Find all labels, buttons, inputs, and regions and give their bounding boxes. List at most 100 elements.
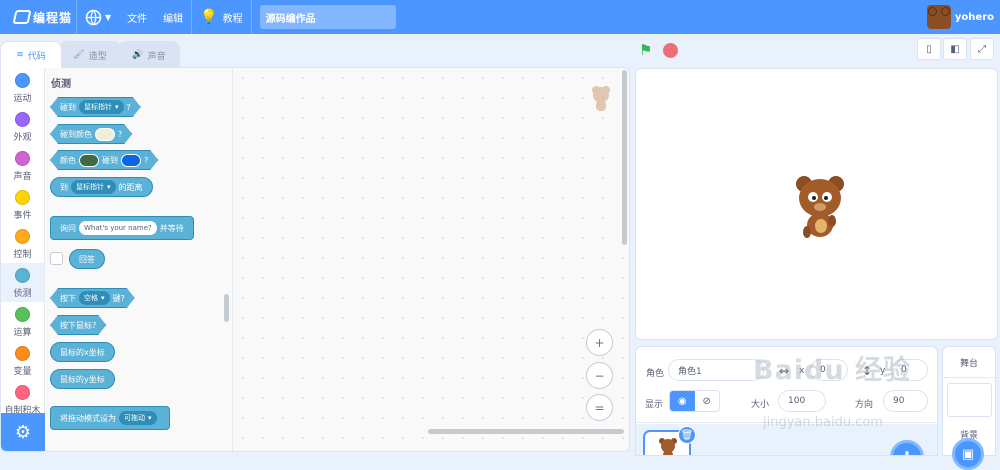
- key-pressed-block[interactable]: 按下 空格 ▾ 键?: [50, 288, 135, 308]
- category-control[interactable]: 控制: [1, 224, 44, 263]
- mouse-down-block[interactable]: 按下鼠标?: [50, 315, 106, 335]
- stage[interactable]: [635, 68, 998, 340]
- touching-color-block[interactable]: 碰到颜色?: [50, 124, 132, 144]
- dropdown-arrow-icon: ▾: [148, 414, 152, 422]
- tab-sounds[interactable]: 🔊 声音: [118, 41, 180, 68]
- x-arrow-icon: ↔: [779, 364, 790, 378]
- project-title-input[interactable]: 源码编作品: [259, 5, 396, 29]
- answer-block[interactable]: 回答: [69, 249, 105, 269]
- workspace-horizontal-scrollbar[interactable]: [428, 429, 624, 434]
- sprite-thumbnail-image: [659, 438, 677, 455]
- editor-tabs: ≋ 代码 🖌 造型 🔊 声音: [0, 41, 180, 68]
- category-events-label: 事件: [13, 211, 32, 221]
- show-label: 显示: [645, 400, 664, 410]
- green-flag-icon[interactable]: ⚑: [639, 42, 655, 58]
- tutorial-button[interactable]: 💡 教程: [192, 0, 250, 34]
- speaker-icon: 🔊: [132, 50, 144, 60]
- delete-sprite-button[interactable]: 🗑: [678, 426, 696, 444]
- key-dropdown[interactable]: 空格 ▾: [79, 291, 110, 305]
- user-menu[interactable]: yohero: [926, 5, 994, 29]
- direction-input[interactable]: 90: [883, 390, 928, 412]
- sprite-name-input[interactable]: 角色1: [668, 359, 764, 381]
- menu-divider: [250, 0, 252, 34]
- x-label: x: [799, 366, 805, 376]
- category-motion[interactable]: 运动: [1, 68, 44, 107]
- fullscreen-button[interactable]: ⤢: [970, 38, 994, 60]
- category-events[interactable]: 事件: [1, 185, 44, 224]
- stage-target-pane[interactable]: 舞台 背景 ▣: [942, 346, 996, 470]
- image-plus-icon: ▣: [961, 446, 975, 462]
- color-touching-block[interactable]: 颜色 碰到?: [50, 150, 158, 170]
- category-variables[interactable]: 变量: [1, 341, 44, 380]
- color-swatch[interactable]: [121, 154, 141, 167]
- zoom-reset-button[interactable]: =: [586, 394, 613, 421]
- username: yohero: [954, 11, 994, 23]
- palette-scrollbar[interactable]: [224, 294, 229, 322]
- add-backdrop-button[interactable]: ▣: [952, 438, 984, 470]
- ask-and-wait-block[interactable]: 询问 What's your name? 并等待: [50, 216, 194, 240]
- size-input[interactable]: 100: [778, 390, 826, 412]
- tab-code-label: 代码: [27, 51, 46, 62]
- zoom-in-button[interactable]: +: [586, 329, 613, 356]
- ask-suffix: 并等待: [159, 223, 184, 233]
- size-label: 大小: [751, 400, 770, 410]
- logo[interactable]: 编程猫: [12, 9, 76, 26]
- x-position-input[interactable]: 0: [810, 359, 848, 381]
- zoom-out-button[interactable]: −: [586, 362, 613, 389]
- answer-checkbox[interactable]: [50, 252, 63, 265]
- code-icon: ≋: [16, 50, 24, 60]
- mouse-y-block[interactable]: 鼠标的y坐标: [50, 369, 115, 389]
- key-value: 空格: [84, 294, 98, 302]
- edit-menu[interactable]: 编辑: [155, 0, 191, 34]
- eye-icon: ◉: [677, 396, 687, 407]
- category-sensing-label: 侦测: [13, 289, 32, 299]
- category-control-icon: [15, 229, 30, 244]
- y-arrow-icon: ↕: [862, 364, 873, 378]
- color-swatch[interactable]: [79, 154, 99, 167]
- category-events-icon: [15, 190, 30, 205]
- key-pressed-suffix: 键?: [112, 293, 125, 303]
- language-menu[interactable]: ▼: [77, 0, 119, 34]
- touching-block-text: 碰到: [60, 102, 76, 112]
- stop-icon[interactable]: [663, 43, 678, 58]
- distance-block[interactable]: 到鼠标指针 ▾ 的距离: [50, 177, 153, 197]
- tab-costumes[interactable]: 🖌 造型: [59, 41, 121, 68]
- dropdown-arrow-icon: ▾: [107, 183, 111, 191]
- hide-sprite-button[interactable]: ⊘: [695, 391, 720, 411]
- distance-target-dropdown[interactable]: 鼠标指针 ▾: [71, 180, 116, 194]
- globe-icon: [85, 9, 102, 25]
- tab-code[interactable]: ≋ 代码: [0, 41, 62, 68]
- show-sprite-button[interactable]: ◉: [670, 391, 695, 411]
- script-workspace[interactable]: + − =: [233, 68, 629, 451]
- bear-sprite[interactable]: [794, 173, 846, 239]
- color-swatch[interactable]: [95, 128, 115, 141]
- touching-target-dropdown[interactable]: 鼠标指针 ▾: [79, 100, 124, 114]
- avatar: [926, 5, 951, 29]
- category-sensing[interactable]: 侦测: [1, 263, 44, 302]
- y-label: y: [880, 366, 886, 376]
- workspace-vertical-scrollbar[interactable]: [622, 70, 627, 245]
- cat-plus-icon: ✚: [900, 448, 913, 456]
- category-looks[interactable]: 外观: [1, 107, 44, 146]
- mouse-x-block[interactable]: 鼠标的x坐标: [50, 342, 115, 362]
- large-stage-button[interactable]: ◧: [943, 38, 967, 60]
- small-stage-button[interactable]: ▯: [917, 38, 941, 60]
- add-extension-button[interactable]: ⚙: [1, 413, 45, 451]
- chevron-down-icon: ▼: [105, 12, 112, 22]
- touching-block[interactable]: 碰到 鼠标指针 ▾?: [50, 97, 141, 117]
- distance-suffix: 的距离: [118, 182, 143, 192]
- ask-question-input[interactable]: What's your name?: [79, 221, 157, 235]
- category-operators[interactable]: 运算: [1, 302, 44, 341]
- block-palette: 侦测 碰到 鼠标指针 ▾? 碰到颜色? 颜色 碰到? 到鼠标指针 ▾ 的距离 询问 What…: [45, 68, 233, 451]
- set-drag-mode-block[interactable]: 将拖动模式设为 可拖动 ▾: [50, 406, 170, 430]
- fullscreen-icon: ⤢: [978, 43, 986, 55]
- y-position-input[interactable]: 0: [891, 359, 928, 381]
- stage-thumbnail[interactable]: [947, 383, 992, 417]
- category-sound-icon: [15, 151, 30, 166]
- category-sound[interactable]: 声音: [1, 146, 44, 185]
- sprite-label: 角色: [646, 369, 665, 379]
- drag-mode-dropdown[interactable]: 可拖动 ▾: [119, 411, 157, 425]
- category-variables-icon: [15, 346, 30, 361]
- file-menu[interactable]: 文件: [119, 0, 155, 34]
- distance-prefix: 到: [60, 182, 68, 192]
